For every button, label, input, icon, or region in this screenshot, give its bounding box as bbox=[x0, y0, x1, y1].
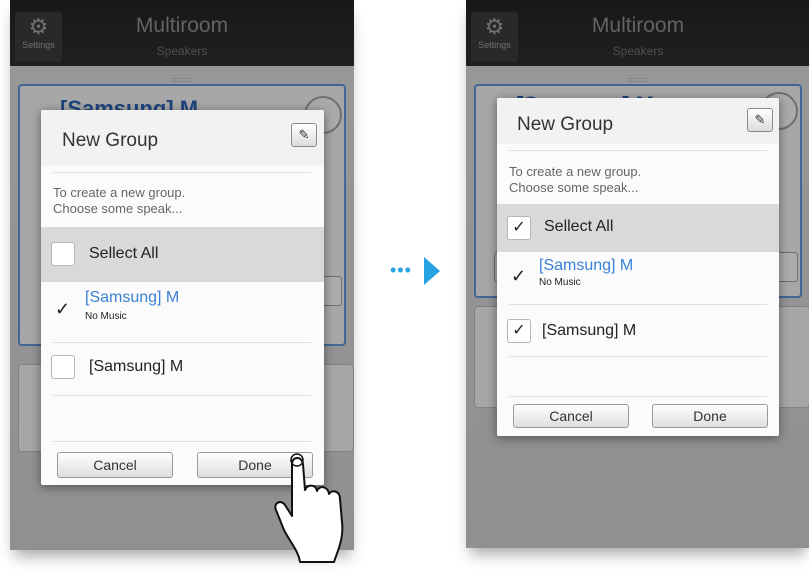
select-all-row[interactable]: Sellect All bbox=[41, 227, 324, 282]
footer-divider bbox=[53, 441, 311, 442]
speaker-list-item[interactable]: ✓ [Samsung] M No Music bbox=[497, 252, 779, 302]
footer-divider bbox=[509, 396, 767, 397]
speaker-list-item[interactable]: ✓ [Samsung] M No Music bbox=[41, 282, 324, 340]
select-all-row[interactable]: ✓ Sellect All bbox=[497, 204, 779, 252]
speaker-checkbox[interactable] bbox=[51, 355, 75, 379]
speaker-list-item[interactable]: [Samsung] M bbox=[41, 344, 324, 394]
cancel-button[interactable]: Cancel bbox=[57, 452, 173, 478]
list-divider bbox=[509, 356, 767, 357]
pencil-icon: ✎ bbox=[298, 127, 310, 142]
speaker-list-item[interactable]: ✓ [Samsung] M bbox=[497, 306, 779, 354]
dialog-header: New Group ✎ bbox=[497, 98, 779, 144]
select-all-label: Sellect All bbox=[544, 218, 614, 235]
dialog-title: New Group bbox=[62, 130, 159, 151]
dialog-header: New Group ✎ bbox=[41, 110, 324, 166]
speaker-name: [Samsung] M bbox=[539, 257, 634, 274]
edit-name-button[interactable]: ✎ bbox=[747, 108, 773, 132]
edit-name-button[interactable]: ✎ bbox=[291, 123, 317, 147]
dialog-description: To create a new group. Choose some speak… bbox=[53, 185, 186, 216]
speaker-checkbox[interactable]: ✓ bbox=[507, 319, 531, 343]
select-all-checkbox[interactable] bbox=[51, 242, 75, 266]
new-group-dialog: New Group ✎ To create a new group. Choos… bbox=[497, 98, 779, 436]
list-divider bbox=[509, 304, 767, 305]
speaker-name: [Samsung] M bbox=[85, 289, 180, 306]
dialog-divider bbox=[53, 172, 311, 173]
checkmark-icon: ✓ bbox=[55, 299, 71, 319]
arrow-right-icon: ••• bbox=[390, 260, 412, 280]
select-all-checkbox[interactable]: ✓ bbox=[507, 216, 531, 240]
dialog-divider bbox=[509, 150, 767, 151]
phone-screen-after: ⚙ Settings Multiroom Speakers [Samsung] … bbox=[466, 0, 809, 548]
pointing-hand-icon bbox=[274, 453, 344, 563]
list-divider bbox=[53, 395, 311, 396]
speaker-name: [Samsung] M bbox=[89, 358, 184, 375]
cancel-button[interactable]: Cancel bbox=[513, 404, 629, 428]
pencil-icon: ✎ bbox=[754, 112, 766, 127]
dialog-description: To create a new group. Choose some speak… bbox=[509, 164, 642, 195]
dialog-title: New Group bbox=[517, 114, 614, 135]
new-group-dialog: New Group ✎ To create a new group. Choos… bbox=[41, 110, 324, 485]
checkmark-icon: ✓ bbox=[511, 266, 527, 286]
speaker-status: No Music bbox=[539, 277, 581, 288]
list-divider bbox=[53, 342, 311, 343]
speaker-status: No Music bbox=[85, 311, 127, 322]
select-all-label: Sellect All bbox=[89, 245, 159, 262]
done-button[interactable]: Done bbox=[652, 404, 768, 428]
arrow-right-head bbox=[424, 257, 440, 285]
speaker-name: [Samsung] M bbox=[542, 322, 637, 339]
